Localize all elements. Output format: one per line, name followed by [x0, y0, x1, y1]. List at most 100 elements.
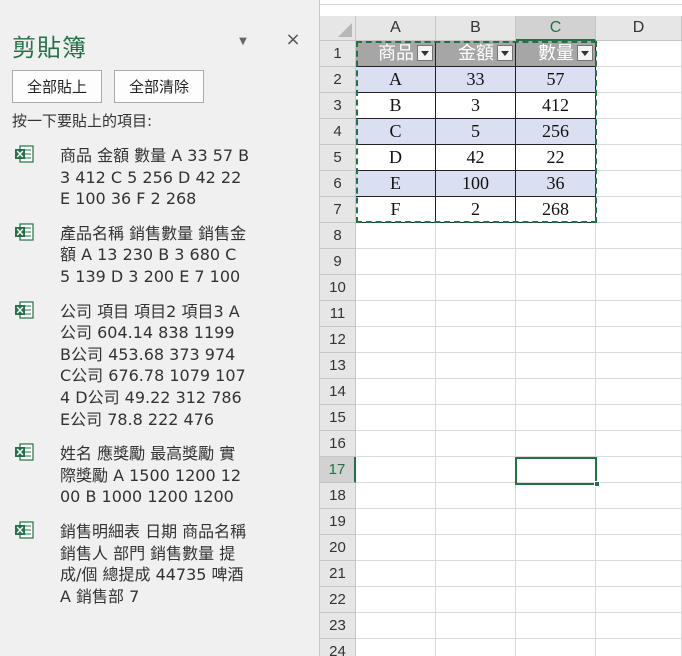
cell-a1[interactable]: 商品 [356, 41, 436, 67]
cell-a24[interactable] [356, 639, 436, 656]
cell-c21[interactable] [516, 561, 596, 587]
cell-c11[interactable] [516, 301, 596, 327]
row-header-1[interactable]: 1 [320, 41, 356, 67]
cell-d17[interactable] [596, 457, 682, 483]
cell-b2[interactable]: 33 [436, 67, 516, 93]
cell-d16[interactable] [596, 431, 682, 457]
cell-a17[interactable] [356, 457, 436, 483]
clipboard-item[interactable]: 產品名稱 銷售數量 銷售金額 A 13 230 B 3 680 C 5 139 … [0, 220, 319, 298]
cell-b10[interactable] [436, 275, 516, 301]
cell-c17[interactable] [516, 457, 596, 483]
cell-d12[interactable] [596, 327, 682, 353]
cell-d3[interactable] [596, 93, 682, 119]
row-header-7[interactable]: 7 [320, 197, 356, 223]
cell-a8[interactable] [356, 223, 436, 249]
row-header-15[interactable]: 15 [320, 405, 356, 431]
cell-d6[interactable] [596, 171, 682, 197]
cell-d18[interactable] [596, 483, 682, 509]
filter-dropdown-icon[interactable] [417, 45, 433, 61]
row-header-17[interactable]: 17 [320, 457, 356, 483]
cell-c1[interactable]: 數量 [516, 41, 596, 67]
cell-b24[interactable] [436, 639, 516, 656]
row-header-2[interactable]: 2 [320, 67, 356, 93]
cell-c16[interactable] [516, 431, 596, 457]
row-header-14[interactable]: 14 [320, 379, 356, 405]
row-header-23[interactable]: 23 [320, 613, 356, 639]
cell-a15[interactable] [356, 405, 436, 431]
cell-c20[interactable] [516, 535, 596, 561]
cell-d1[interactable] [596, 41, 682, 67]
cell-c2[interactable]: 57 [516, 67, 596, 93]
row-header-20[interactable]: 20 [320, 535, 356, 561]
cell-a10[interactable] [356, 275, 436, 301]
fill-handle[interactable] [594, 481, 600, 487]
cell-c24[interactable] [516, 639, 596, 656]
cell-d19[interactable] [596, 509, 682, 535]
cell-d10[interactable] [596, 275, 682, 301]
cell-a3[interactable]: B [356, 93, 436, 119]
row-header-12[interactable]: 12 [320, 327, 356, 353]
row-header-13[interactable]: 13 [320, 353, 356, 379]
cell-a19[interactable] [356, 509, 436, 535]
cell-d11[interactable] [596, 301, 682, 327]
cell-a4[interactable]: C [356, 119, 436, 145]
cell-c4[interactable]: 256 [516, 119, 596, 145]
clipboard-item[interactable]: 姓名 應獎勵 最高獎勵 實際獎勵 A 1500 1200 1200 B 1000… [0, 440, 319, 518]
cell-a5[interactable]: D [356, 145, 436, 171]
filter-dropdown-icon[interactable] [497, 45, 513, 61]
cell-b8[interactable] [436, 223, 516, 249]
cell-a14[interactable] [356, 379, 436, 405]
cell-c5[interactable]: 22 [516, 145, 596, 171]
row-header-5[interactable]: 5 [320, 145, 356, 171]
cell-a20[interactable] [356, 535, 436, 561]
row-header-16[interactable]: 16 [320, 431, 356, 457]
cell-d2[interactable] [596, 67, 682, 93]
cell-b17[interactable] [436, 457, 516, 483]
row-header-24[interactable]: 24 [320, 639, 356, 656]
row-header-10[interactable]: 10 [320, 275, 356, 301]
filter-dropdown-icon[interactable] [577, 45, 593, 61]
cell-c8[interactable] [516, 223, 596, 249]
cell-b5[interactable]: 42 [436, 145, 516, 171]
cell-c22[interactable] [516, 587, 596, 613]
row-header-18[interactable]: 18 [320, 483, 356, 509]
cell-d23[interactable] [596, 613, 682, 639]
cell-b13[interactable] [436, 353, 516, 379]
cell-d22[interactable] [596, 587, 682, 613]
close-icon[interactable]: × [284, 31, 302, 49]
cell-b21[interactable] [436, 561, 516, 587]
cell-b12[interactable] [436, 327, 516, 353]
cell-a18[interactable] [356, 483, 436, 509]
cell-a16[interactable] [356, 431, 436, 457]
cell-b18[interactable] [436, 483, 516, 509]
cell-b19[interactable] [436, 509, 516, 535]
row-header-6[interactable]: 6 [320, 171, 356, 197]
cell-d4[interactable] [596, 119, 682, 145]
clipboard-item[interactable]: 銷售明細表 日期 商品名稱 銷售人 部門 銷售數量 提成/個 總提成 44735… [0, 518, 319, 617]
row-header-22[interactable]: 22 [320, 587, 356, 613]
row-header-4[interactable]: 4 [320, 119, 356, 145]
cell-b16[interactable] [436, 431, 516, 457]
cell-a22[interactable] [356, 587, 436, 613]
cell-c19[interactable] [516, 509, 596, 535]
cell-a23[interactable] [356, 613, 436, 639]
cell-b11[interactable] [436, 301, 516, 327]
cell-c3[interactable]: 412 [516, 93, 596, 119]
cell-d15[interactable] [596, 405, 682, 431]
cell-d20[interactable] [596, 535, 682, 561]
cell-c15[interactable] [516, 405, 596, 431]
cell-a21[interactable] [356, 561, 436, 587]
row-header-8[interactable]: 8 [320, 223, 356, 249]
column-header-a[interactable]: A [356, 16, 436, 41]
row-header-9[interactable]: 9 [320, 249, 356, 275]
row-header-11[interactable]: 11 [320, 301, 356, 327]
cell-a2[interactable]: A [356, 67, 436, 93]
cell-d24[interactable] [596, 639, 682, 656]
cell-b20[interactable] [436, 535, 516, 561]
cell-c12[interactable] [516, 327, 596, 353]
cell-b6[interactable]: 100 [436, 171, 516, 197]
cell-b22[interactable] [436, 587, 516, 613]
cell-d21[interactable] [596, 561, 682, 587]
cell-c10[interactable] [516, 275, 596, 301]
cell-a12[interactable] [356, 327, 436, 353]
